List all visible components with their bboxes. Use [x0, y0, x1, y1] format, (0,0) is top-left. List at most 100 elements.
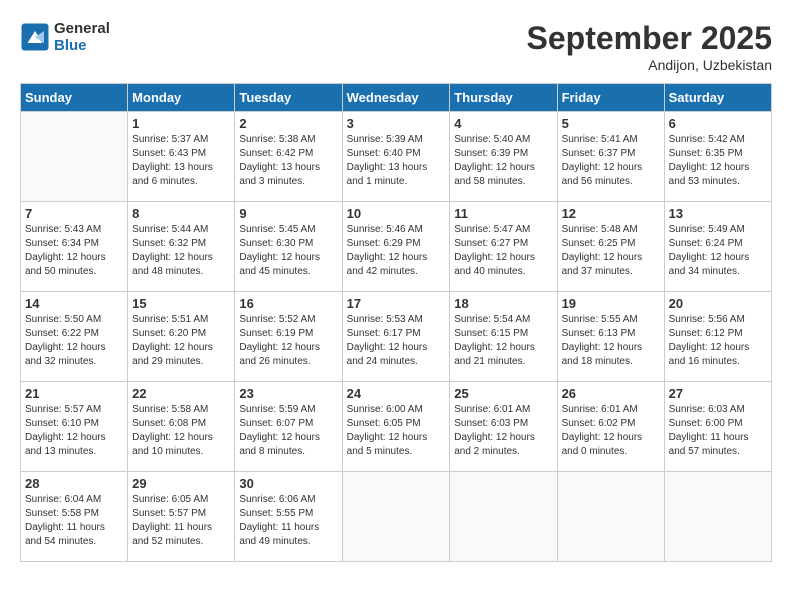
day-info: Sunrise: 5:56 AM Sunset: 6:12 PM Dayligh…	[669, 313, 767, 369]
day-info: Sunrise: 6:06 AM Sunset: 5:55 PM Dayligh…	[239, 493, 337, 549]
weekday-header-friday: Friday	[557, 84, 664, 112]
day-info: Sunrise: 6:03 AM Sunset: 6:00 PM Dayligh…	[669, 403, 767, 459]
title-block: September 2025 Andijon, Uzbekistan	[527, 20, 772, 73]
day-info: Sunrise: 6:04 AM Sunset: 5:58 PM Dayligh…	[25, 493, 123, 549]
day-info: Sunrise: 5:48 AM Sunset: 6:25 PM Dayligh…	[562, 223, 660, 279]
day-info: Sunrise: 5:39 AM Sunset: 6:40 PM Dayligh…	[347, 133, 446, 189]
day-number: 11	[454, 206, 552, 221]
calendar-cell: 5 Sunrise: 5:41 AM Sunset: 6:37 PM Daylig…	[557, 112, 664, 202]
day-number: 30	[239, 476, 337, 491]
calendar-cell: 13 Sunrise: 5:49 AM Sunset: 6:24 PM Dayli…	[664, 202, 771, 292]
calendar-cell: 18 Sunrise: 5:54 AM Sunset: 6:15 PM Dayli…	[450, 292, 557, 382]
page-header: General Blue September 2025 Andijon, Uzb…	[20, 20, 772, 73]
week-row-4: 28 Sunrise: 6:04 AM Sunset: 5:58 PM Dayli…	[21, 472, 772, 562]
calendar-cell: 16 Sunrise: 5:52 AM Sunset: 6:19 PM Dayli…	[235, 292, 342, 382]
day-info: Sunrise: 5:43 AM Sunset: 6:34 PM Dayligh…	[25, 223, 123, 279]
day-info: Sunrise: 5:41 AM Sunset: 6:37 PM Dayligh…	[562, 133, 660, 189]
calendar-cell: 27 Sunrise: 6:03 AM Sunset: 6:00 PM Dayli…	[664, 382, 771, 472]
calendar-cell	[21, 112, 128, 202]
logo: General Blue	[20, 20, 110, 54]
day-number: 12	[562, 206, 660, 221]
calendar-cell: 15Sunrise: 5:51 AM Sunset: 6:20 PM Dayli…	[128, 292, 235, 382]
month-title: September 2025	[527, 20, 772, 57]
calendar-body: 1Sunrise: 5:37 AM Sunset: 6:43 PM Daylig…	[21, 112, 772, 562]
day-info: Sunrise: 5:55 AM Sunset: 6:13 PM Dayligh…	[562, 313, 660, 369]
day-info: Sunrise: 5:45 AM Sunset: 6:30 PM Dayligh…	[239, 223, 337, 279]
week-row-2: 14 Sunrise: 5:50 AM Sunset: 6:22 PM Dayli…	[21, 292, 772, 382]
day-number: 16	[239, 296, 337, 311]
day-number: 22	[132, 386, 230, 401]
day-info: Sunrise: 5:51 AM Sunset: 6:20 PM Dayligh…	[132, 313, 230, 369]
day-number: 10	[347, 206, 446, 221]
calendar-cell: 24 Sunrise: 6:00 AM Sunset: 6:05 PM Dayli…	[342, 382, 450, 472]
day-number: 14	[25, 296, 123, 311]
weekday-header-row: SundayMondayTuesdayWednesdayThursdayFrid…	[21, 84, 772, 112]
day-info: Sunrise: 5:53 AM Sunset: 6:17 PM Dayligh…	[347, 313, 446, 369]
day-info: Sunrise: 5:49 AM Sunset: 6:24 PM Dayligh…	[669, 223, 767, 279]
calendar-cell: 28 Sunrise: 6:04 AM Sunset: 5:58 PM Dayli…	[21, 472, 128, 562]
day-number: 19	[562, 296, 660, 311]
calendar-cell: 7Sunrise: 5:43 AM Sunset: 6:34 PM Daylig…	[21, 202, 128, 292]
day-number: 26	[562, 386, 660, 401]
weekday-header-sunday: Sunday	[21, 84, 128, 112]
day-info: Sunrise: 5:52 AM Sunset: 6:19 PM Dayligh…	[239, 313, 337, 369]
logo-text: General Blue	[54, 20, 110, 54]
day-number: 29	[132, 476, 230, 491]
day-number: 18	[454, 296, 552, 311]
calendar-cell: 6 Sunrise: 5:42 AM Sunset: 6:35 PM Daylig…	[664, 112, 771, 202]
weekday-header-thursday: Thursday	[450, 84, 557, 112]
day-number: 5	[562, 116, 660, 131]
calendar-cell: 21 Sunrise: 5:57 AM Sunset: 6:10 PM Dayli…	[21, 382, 128, 472]
day-info: Sunrise: 5:59 AM Sunset: 6:07 PM Dayligh…	[239, 403, 337, 459]
calendar-cell: 23 Sunrise: 5:59 AM Sunset: 6:07 PM Dayli…	[235, 382, 342, 472]
day-info: Sunrise: 6:01 AM Sunset: 6:03 PM Dayligh…	[454, 403, 552, 459]
weekday-header-tuesday: Tuesday	[235, 84, 342, 112]
day-number: 20	[669, 296, 767, 311]
calendar-cell	[664, 472, 771, 562]
day-number: 27	[669, 386, 767, 401]
day-number: 25	[454, 386, 552, 401]
calendar-cell: 26 Sunrise: 6:01 AM Sunset: 6:02 PM Dayli…	[557, 382, 664, 472]
day-info: Sunrise: 6:00 AM Sunset: 6:05 PM Dayligh…	[347, 403, 446, 459]
calendar-cell	[557, 472, 664, 562]
logo-icon	[20, 22, 50, 52]
day-number: 4	[454, 116, 552, 131]
day-info: Sunrise: 6:05 AM Sunset: 5:57 PM Dayligh…	[132, 493, 230, 549]
calendar-cell: 1Sunrise: 5:37 AM Sunset: 6:43 PM Daylig…	[128, 112, 235, 202]
weekday-header-saturday: Saturday	[664, 84, 771, 112]
day-info: Sunrise: 6:01 AM Sunset: 6:02 PM Dayligh…	[562, 403, 660, 459]
day-number: 24	[347, 386, 446, 401]
week-row-0: 1Sunrise: 5:37 AM Sunset: 6:43 PM Daylig…	[21, 112, 772, 202]
calendar-cell: 19 Sunrise: 5:55 AM Sunset: 6:13 PM Dayli…	[557, 292, 664, 382]
calendar-table: SundayMondayTuesdayWednesdayThursdayFrid…	[20, 83, 772, 562]
calendar-cell: 12 Sunrise: 5:48 AM Sunset: 6:25 PM Dayli…	[557, 202, 664, 292]
day-number: 13	[669, 206, 767, 221]
day-number: 2	[239, 116, 337, 131]
day-info: Sunrise: 5:57 AM Sunset: 6:10 PM Dayligh…	[25, 403, 123, 459]
calendar-cell: 10Sunrise: 5:46 AM Sunset: 6:29 PM Dayli…	[342, 202, 450, 292]
day-info: Sunrise: 5:44 AM Sunset: 6:32 PM Dayligh…	[132, 223, 230, 279]
calendar-cell: 3Sunrise: 5:39 AM Sunset: 6:40 PM Daylig…	[342, 112, 450, 202]
calendar-cell: 8Sunrise: 5:44 AM Sunset: 6:32 PM Daylig…	[128, 202, 235, 292]
week-row-1: 7Sunrise: 5:43 AM Sunset: 6:34 PM Daylig…	[21, 202, 772, 292]
day-info: Sunrise: 5:50 AM Sunset: 6:22 PM Dayligh…	[25, 313, 123, 369]
calendar-cell: 17 Sunrise: 5:53 AM Sunset: 6:17 PM Dayli…	[342, 292, 450, 382]
calendar-cell: 29 Sunrise: 6:05 AM Sunset: 5:57 PM Dayli…	[128, 472, 235, 562]
calendar-cell: 9 Sunrise: 5:45 AM Sunset: 6:30 PM Daylig…	[235, 202, 342, 292]
calendar-cell: 4Sunrise: 5:40 AM Sunset: 6:39 PM Daylig…	[450, 112, 557, 202]
calendar-cell: 25 Sunrise: 6:01 AM Sunset: 6:03 PM Dayli…	[450, 382, 557, 472]
week-row-3: 21 Sunrise: 5:57 AM Sunset: 6:10 PM Dayli…	[21, 382, 772, 472]
day-number: 17	[347, 296, 446, 311]
day-info: Sunrise: 5:54 AM Sunset: 6:15 PM Dayligh…	[454, 313, 552, 369]
day-info: Sunrise: 5:38 AM Sunset: 6:42 PM Dayligh…	[239, 133, 337, 189]
location: Andijon, Uzbekistan	[527, 57, 772, 73]
day-number: 1	[132, 116, 230, 131]
day-number: 21	[25, 386, 123, 401]
day-number: 23	[239, 386, 337, 401]
day-number: 28	[25, 476, 123, 491]
day-number: 6	[669, 116, 767, 131]
day-info: Sunrise: 5:42 AM Sunset: 6:35 PM Dayligh…	[669, 133, 767, 189]
calendar-cell	[342, 472, 450, 562]
day-number: 9	[239, 206, 337, 221]
weekday-header-wednesday: Wednesday	[342, 84, 450, 112]
